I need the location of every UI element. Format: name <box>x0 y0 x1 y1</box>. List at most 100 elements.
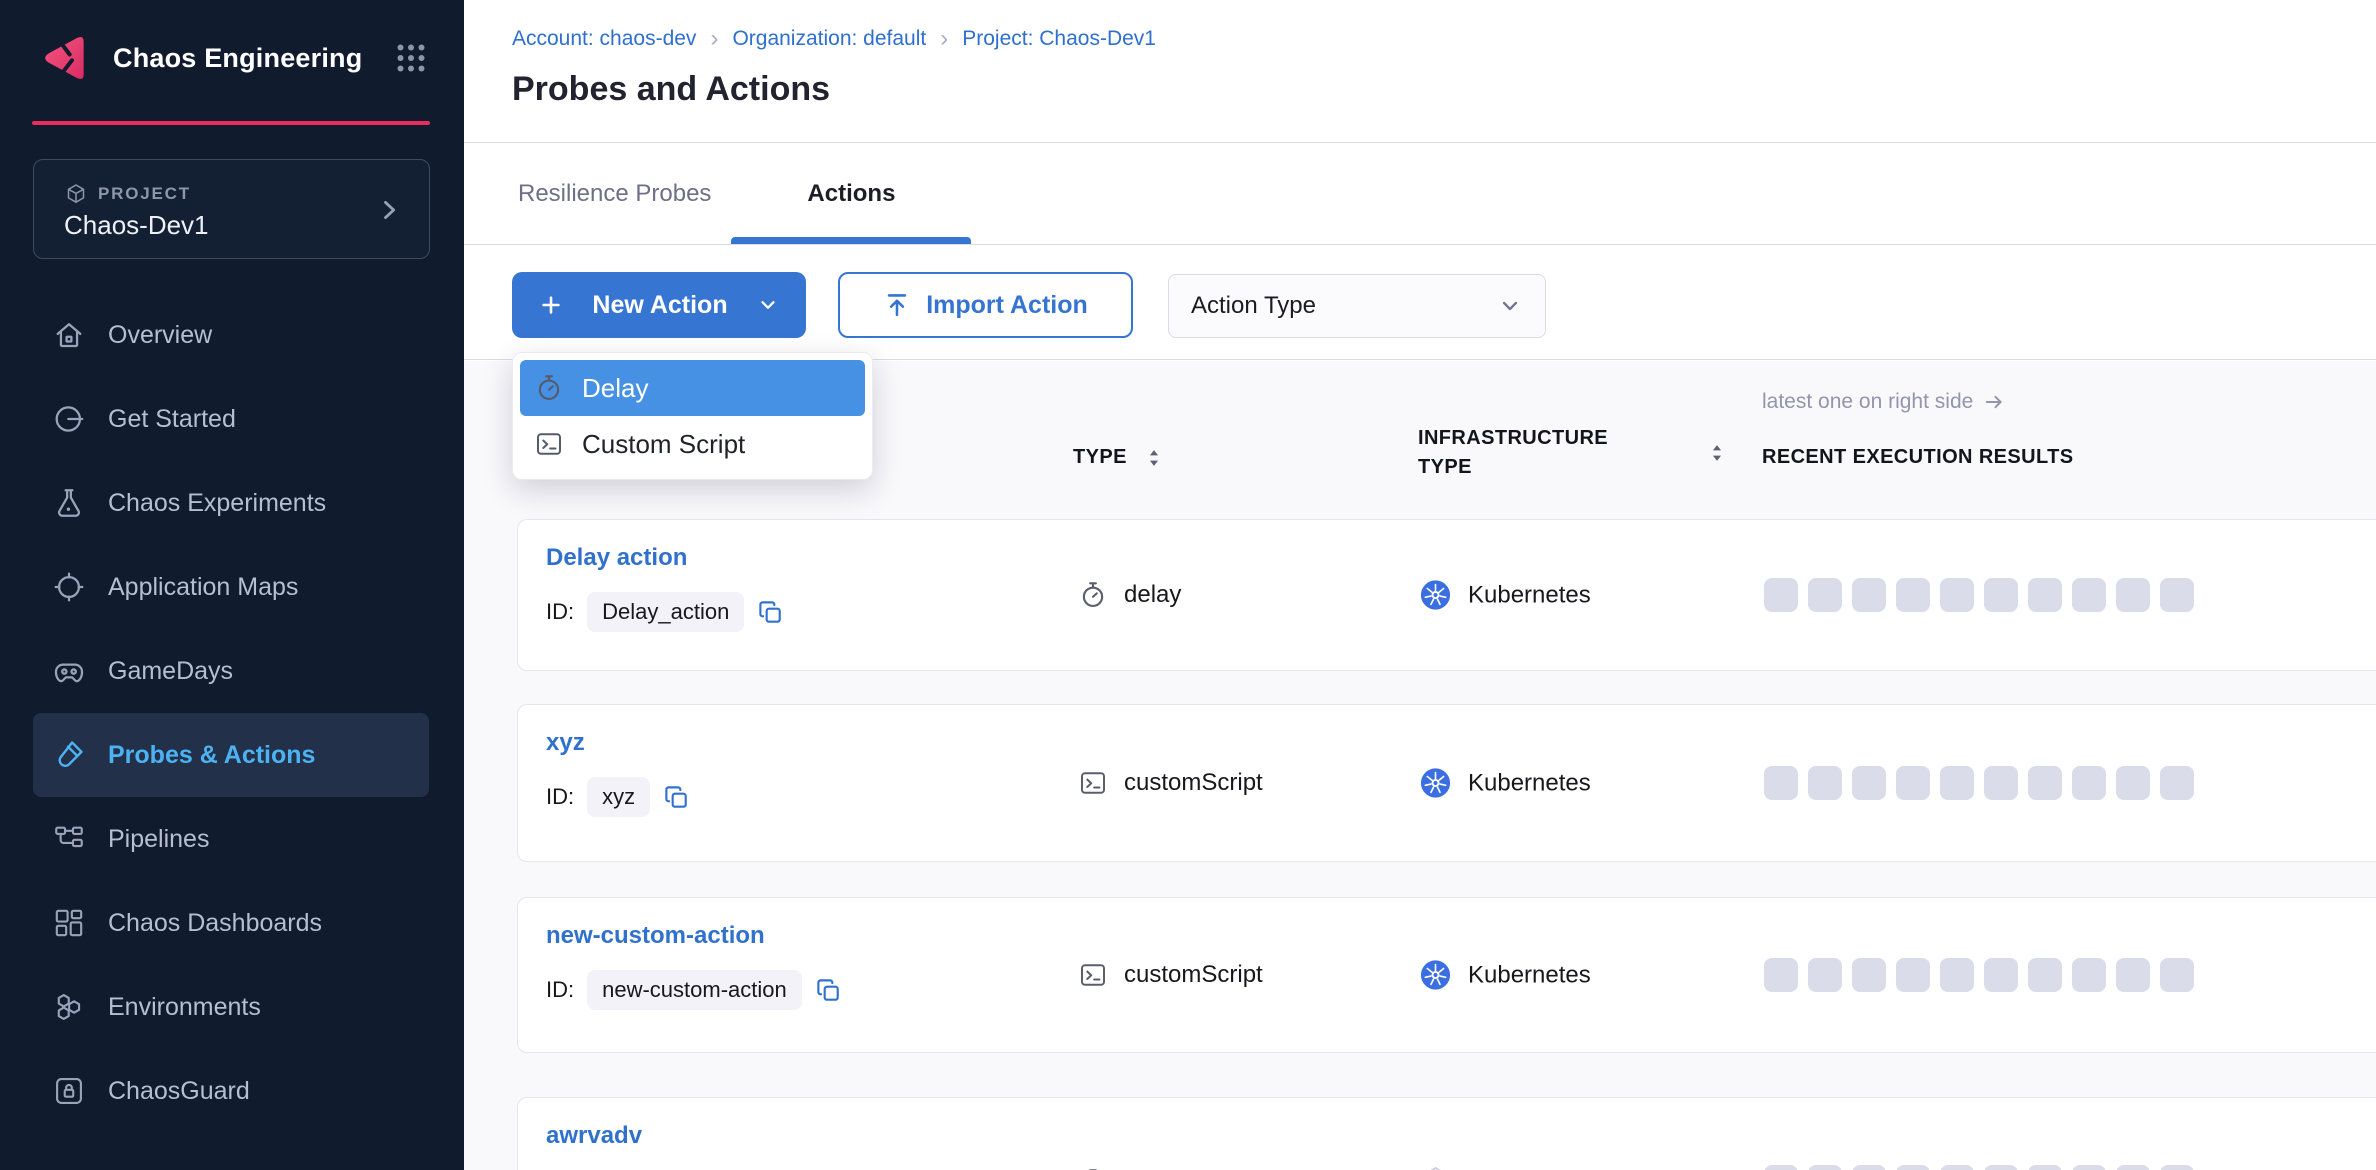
execution-result-placeholder <box>1808 1165 1842 1170</box>
gamepad-icon <box>52 654 86 688</box>
pipeline-icon <box>52 822 86 856</box>
home-icon <box>52 318 86 352</box>
sidebar-item-pipelines[interactable]: Pipelines <box>0 797 464 881</box>
action-name-link[interactable]: xyz <box>546 729 585 757</box>
execution-result-placeholder <box>2072 1165 2106 1170</box>
new-action-dropdown-menu: Delay Custom Script <box>512 352 873 480</box>
terminal-icon <box>534 429 564 459</box>
breadcrumb-separator: › <box>710 27 718 51</box>
sidebar-item-gamedays[interactable]: GameDays <box>0 629 464 713</box>
page-title: Probes and Actions <box>512 70 830 109</box>
k8s-icon <box>1419 767 1452 800</box>
action-id-value: Delay_action <box>587 592 744 632</box>
execution-result-placeholder <box>1808 578 1842 612</box>
start-icon <box>52 402 86 436</box>
execution-result-placeholder <box>2116 1165 2150 1170</box>
breadcrumb-org-link[interactable]: Organization: default <box>732 27 926 51</box>
sidebar-item-application-maps[interactable]: Application Maps <box>0 545 464 629</box>
execution-result-placeholder <box>1984 958 2018 992</box>
import-action-button[interactable]: Import Action <box>838 272 1133 338</box>
column-header-recent-execution-results: RECENT EXECUTION RESULTS <box>1762 443 2073 472</box>
execution-result-placeholder <box>1940 578 1974 612</box>
action-name-link[interactable]: Delay action <box>546 544 687 572</box>
execution-result-placeholder <box>2160 578 2194 612</box>
target-icon <box>52 570 86 604</box>
execution-result-placeholder <box>1852 1165 1886 1170</box>
execution-result-placeholder <box>1852 958 1886 992</box>
recent-execution-placeholders <box>1764 578 2194 612</box>
copy-icon[interactable] <box>663 784 690 811</box>
infrastructure-cell: Kubernetes <box>1419 767 1591 800</box>
k8s-icon <box>1419 579 1452 612</box>
copy-icon[interactable] <box>757 599 784 626</box>
linux-icon <box>1419 1166 1452 1170</box>
table-row: awrvadv delay Linux <box>517 1097 2376 1170</box>
table-row: Delay action ID: Delay_action delay Kube… <box>517 519 2376 671</box>
sidebar-item-environments[interactable]: Environments <box>0 965 464 1049</box>
sidebar-item-chaos-experiments[interactable]: Chaos Experiments <box>0 461 464 545</box>
execution-result-placeholder <box>2028 1165 2062 1170</box>
cube-icon <box>64 182 88 206</box>
table-row: new-custom-action ID: new-custom-action … <box>517 897 2376 1053</box>
sidebar-item-label: Environments <box>108 993 261 1022</box>
project-selector[interactable]: PROJECT Chaos-Dev1 <box>33 159 430 259</box>
tab-actions[interactable]: Actions <box>731 144 971 244</box>
app-switcher-grid-icon[interactable] <box>392 39 430 77</box>
sidebar-item-chaosguard[interactable]: ChaosGuard <box>0 1049 464 1133</box>
action-type-select[interactable]: Action Type <box>1168 274 1546 338</box>
sidebar-item-label: Probes & Actions <box>108 741 315 770</box>
table-row: xyz ID: xyz customScript Kubernetes <box>517 704 2376 862</box>
execution-result-placeholder <box>1896 766 1930 800</box>
sort-icon[interactable] <box>1143 447 1165 469</box>
action-id: ID: Delay_action <box>546 592 784 632</box>
chevron-down-icon <box>1497 293 1523 319</box>
guard-icon <box>52 1074 86 1108</box>
sidebar-item-label: Overview <box>108 321 212 350</box>
id-label: ID: <box>546 784 574 810</box>
execution-result-placeholder <box>1808 766 1842 800</box>
tab-bar: Resilience Probes Actions <box>464 144 2376 245</box>
terminal-icon <box>1078 960 1108 990</box>
sidebar-item-overview[interactable]: Overview <box>0 293 464 377</box>
breadcrumb-project-link[interactable]: Project: Chaos-Dev1 <box>962 27 1156 51</box>
sidebar-item-label: GameDays <box>108 657 233 686</box>
execution-result-placeholder <box>1852 766 1886 800</box>
sidebar-item-get-started[interactable]: Get Started <box>0 377 464 461</box>
action-name-link[interactable]: new-custom-action <box>546 922 765 950</box>
infrastructure-cell: Kubernetes <box>1419 579 1591 612</box>
new-action-button[interactable]: New Action <box>512 272 806 338</box>
recent-execution-placeholders <box>1764 1165 2194 1170</box>
app-title: Chaos Engineering <box>113 43 362 74</box>
execution-result-placeholder <box>1896 578 1930 612</box>
execution-result-placeholder <box>1808 958 1842 992</box>
menu-item-delay[interactable]: Delay <box>520 360 865 416</box>
execution-result-placeholder <box>1764 766 1798 800</box>
execution-result-placeholder <box>2072 578 2106 612</box>
action-name-link[interactable]: awrvadv <box>546 1122 642 1150</box>
brand-divider <box>32 121 430 125</box>
breadcrumb-account-link[interactable]: Account: chaos-dev <box>512 27 696 51</box>
stopwatch-icon <box>534 373 564 403</box>
sort-icon[interactable] <box>1706 442 1728 464</box>
sidebar-item-label: Chaos Dashboards <box>108 909 322 938</box>
execution-result-placeholder <box>2072 766 2106 800</box>
infrastructure-cell: Kubernetes <box>1419 959 1591 992</box>
copy-icon[interactable] <box>815 977 842 1004</box>
toolbar: New Action Import Action Action Type <box>464 246 2376 360</box>
execution-result-placeholder <box>1984 766 2018 800</box>
terminal-icon <box>1078 768 1108 798</box>
execution-result-placeholder <box>1940 766 1974 800</box>
type-cell: delay <box>1078 580 1181 610</box>
execution-result-placeholder <box>2116 958 2150 992</box>
tab-resilience-probes[interactable]: Resilience Probes <box>518 144 711 244</box>
menu-item-custom-script[interactable]: Custom Script <box>520 416 865 472</box>
sidebar-item-probes-actions[interactable]: Probes & Actions <box>33 713 429 797</box>
action-id-value: xyz <box>587 777 650 817</box>
k8s-icon <box>1419 959 1452 992</box>
main-content: Account: chaos-dev › Organization: defau… <box>464 0 2376 1170</box>
execution-result-placeholder <box>1940 958 1974 992</box>
execution-result-placeholder <box>1896 958 1930 992</box>
sidebar-item-chaos-dashboards[interactable]: Chaos Dashboards <box>0 881 464 965</box>
action-id: ID: new-custom-action <box>546 970 842 1010</box>
breadcrumb-separator: › <box>940 27 948 51</box>
